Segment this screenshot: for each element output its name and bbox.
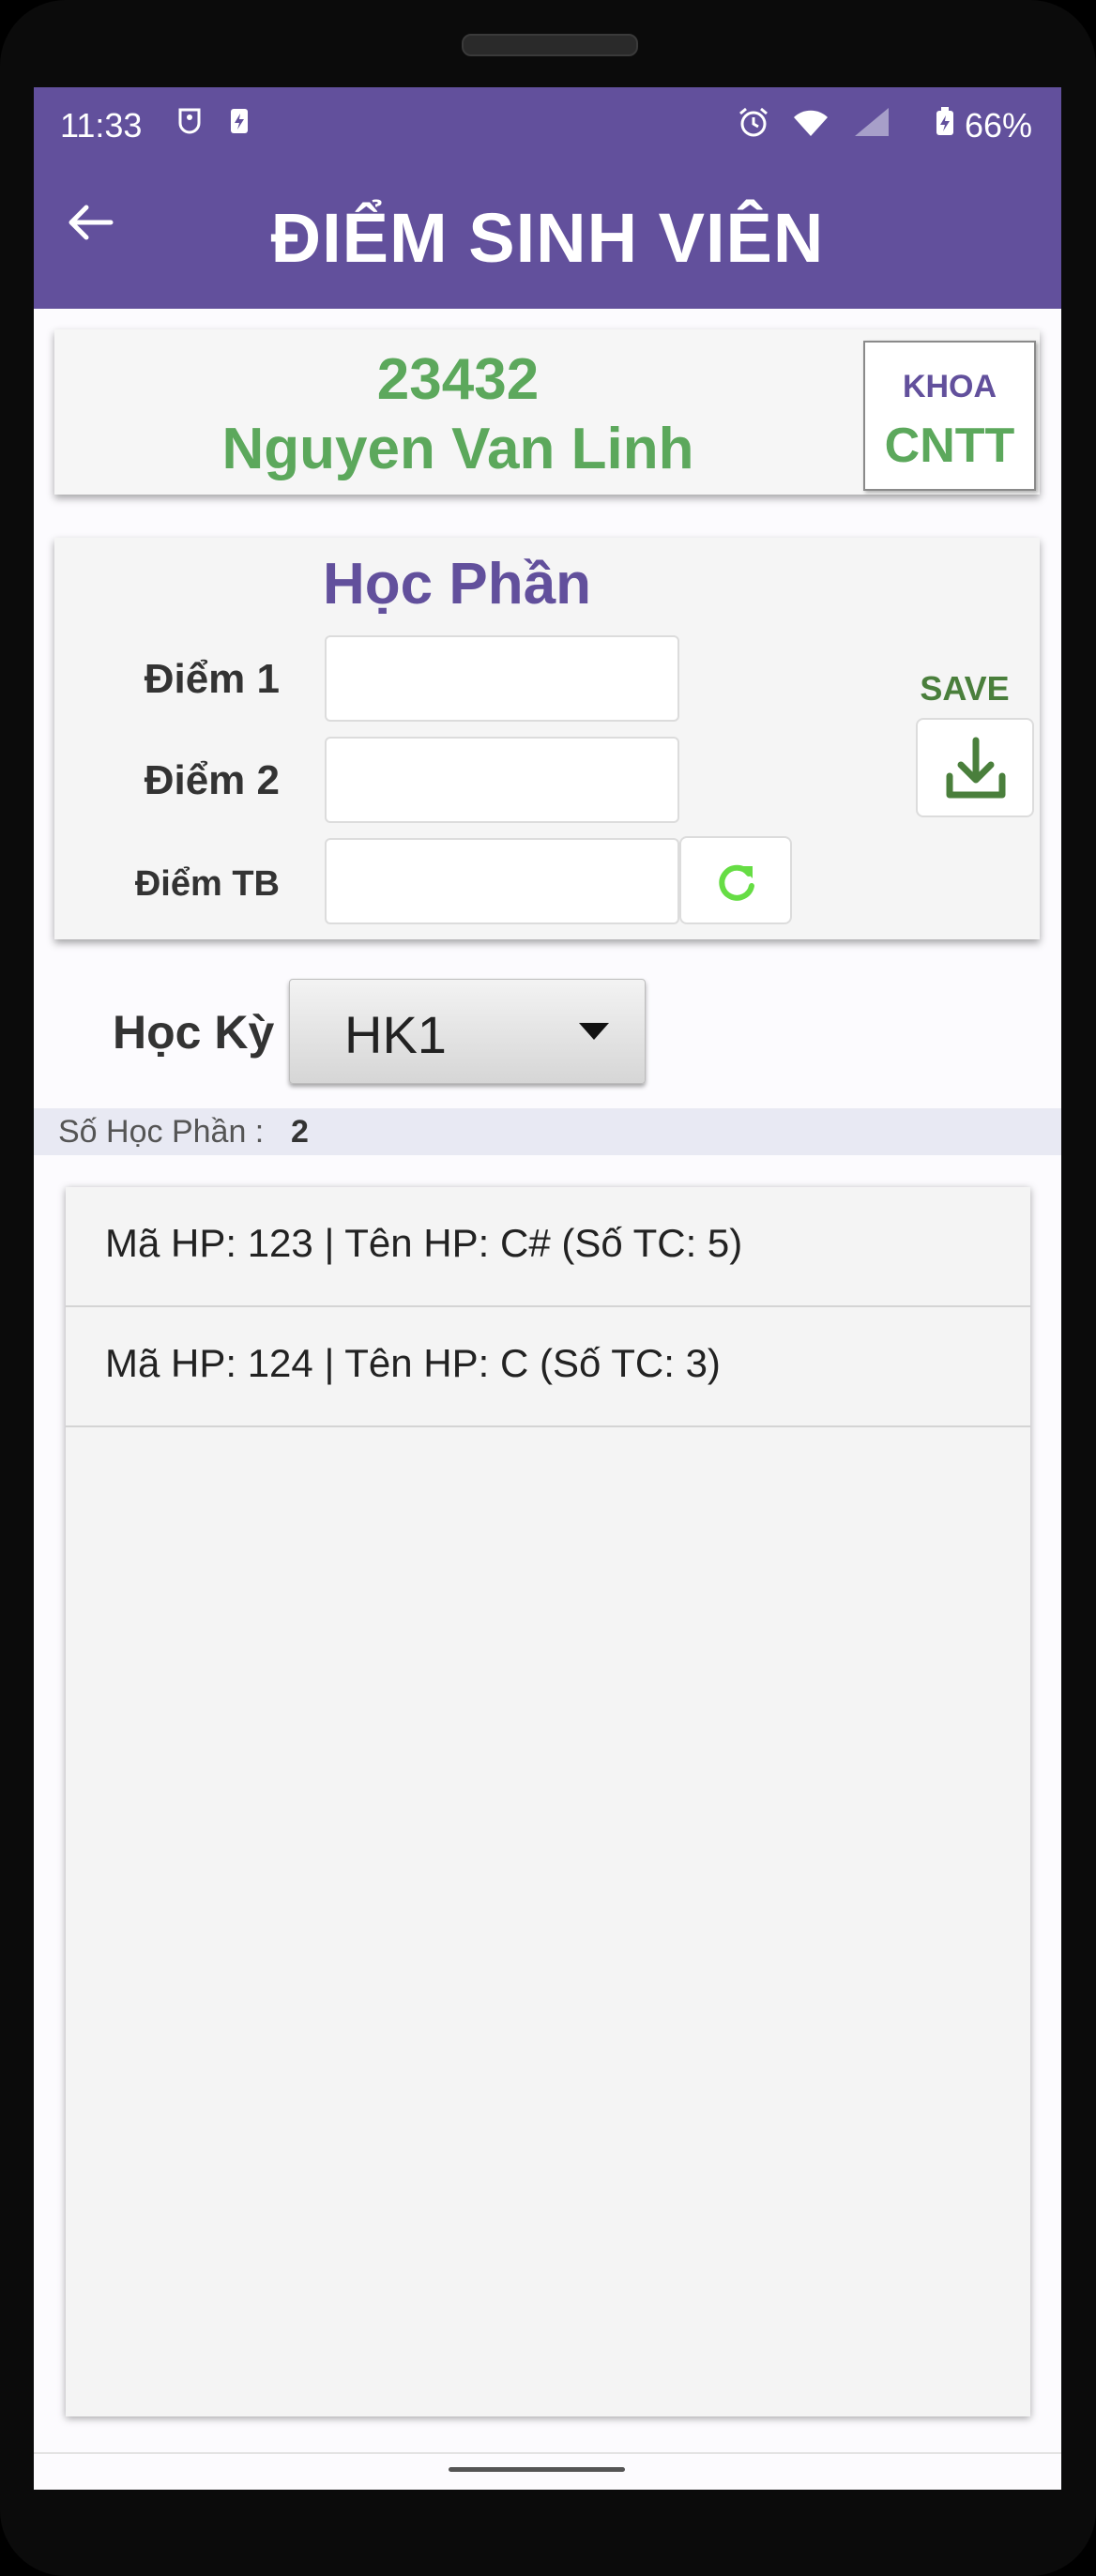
status-battery: 66%	[935, 106, 1032, 145]
faculty-value: CNTT	[884, 419, 1015, 473]
status-time: 11:33	[60, 106, 143, 145]
student-id: 23432	[376, 347, 540, 412]
status-right-icons	[738, 106, 890, 145]
battery-saver-icon	[229, 109, 250, 141]
student-card: 23432 Nguyen Van Linh KHOA CNTT	[54, 329, 1040, 495]
notification-icon	[176, 108, 229, 141]
faculty-box: KHOA CNTT	[863, 341, 1036, 491]
student-name: Nguyen Van Linh	[221, 417, 694, 481]
download-icon	[942, 735, 1010, 807]
list-item[interactable]: Mã HP: 123 | Tên HP: C# (Số TC: 5)	[66, 1187, 1030, 1307]
grade1-label: Điểm 1	[144, 656, 280, 702]
alarm-icon	[738, 107, 790, 145]
app-bar: ĐIỂM SINH VIÊN	[34, 162, 1061, 309]
average-label: Điểm TB	[134, 864, 280, 904]
course-form: Học Phần Điểm 1 Điểm 2 Điểm TB SAVE	[54, 538, 1040, 939]
refresh-icon	[715, 861, 758, 908]
save-label: SAVE	[920, 669, 1010, 708]
save-button[interactable]	[916, 718, 1034, 817]
average-input[interactable]	[325, 838, 679, 924]
semester-dropdown[interactable]: HK1	[289, 979, 646, 1084]
list-item[interactable]: Mã HP: 124 | Tên HP: C (Số TC: 3)	[66, 1307, 1030, 1427]
status-bar: 11:33 66%	[34, 87, 1061, 162]
signal-icon	[853, 108, 890, 145]
home-indicator[interactable]	[449, 2467, 625, 2472]
wifi-icon	[790, 110, 852, 145]
status-left-icons	[176, 106, 250, 142]
page-title: ĐIỂM SINH VIÊN	[270, 199, 825, 277]
battery-icon	[935, 106, 965, 145]
list-item-text: Mã HP: 123 | Tên HP: C# (Số TC: 5)	[105, 1221, 743, 1265]
speaker-grille	[462, 34, 638, 56]
refresh-button[interactable]	[679, 836, 792, 924]
semester-selected-value: HK1	[344, 1005, 447, 1064]
semester-label: Học Kỳ	[113, 1006, 275, 1059]
course-count-value: 2	[291, 1114, 309, 1150]
course-list: Mã HP: 123 | Tên HP: C# (Số TC: 5) Mã HP…	[66, 1187, 1030, 2416]
course-count-label: Số Học Phần :	[58, 1114, 265, 1150]
phone-frame: 11:33 66% ĐIỂM SINH VIÊN 23432 Nguyen Va…	[0, 0, 1096, 2576]
grade1-input[interactable]	[325, 635, 679, 722]
list-item-text: Mã HP: 124 | Tên HP: C (Số TC: 3)	[105, 1341, 721, 1385]
course-form-title: Học Phần	[323, 552, 591, 617]
battery-percent: 66%	[965, 106, 1033, 145]
course-count-bar: Số Học Phần : 2	[34, 1108, 1061, 1155]
chevron-down-icon	[579, 1023, 609, 1040]
faculty-label: KHOA	[902, 369, 997, 404]
nav-bar	[34, 2452, 1061, 2490]
grade2-label: Điểm 2	[144, 757, 280, 803]
grade2-input[interactable]	[325, 737, 679, 823]
screen: 11:33 66% ĐIỂM SINH VIÊN 23432 Nguyen Va…	[34, 87, 1061, 2490]
